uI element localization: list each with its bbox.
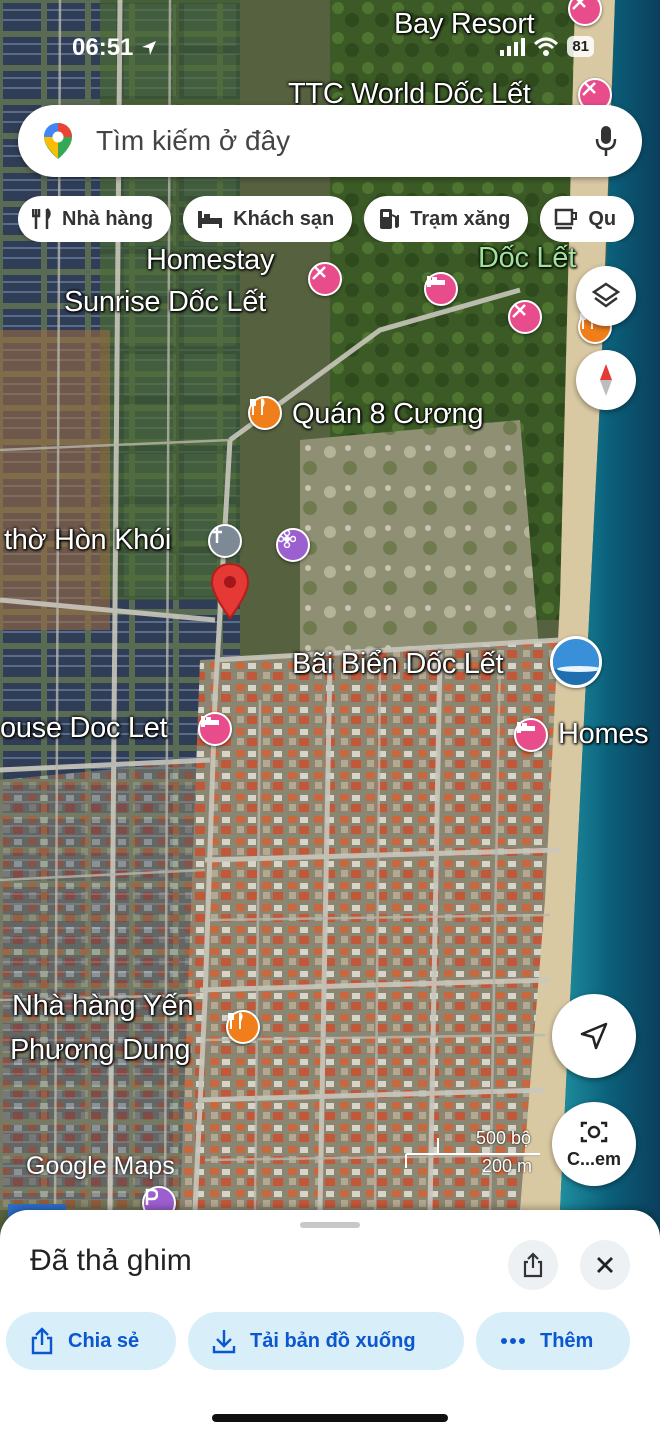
restaurant-pin-icon[interactable]	[248, 396, 282, 430]
compass-button[interactable]	[576, 350, 636, 410]
download-map-button[interactable]: Tải bản đồ xuống	[188, 1312, 464, 1370]
attraction-pin-icon[interactable]	[508, 300, 542, 334]
camera-lens-icon	[580, 1121, 608, 1142]
download-icon	[212, 1330, 236, 1354]
scale-bar	[405, 1138, 540, 1168]
map-scale: 500 bộ 200 m	[404, 1128, 544, 1176]
sheet-actions: Chia sẻ Tải bản đồ xuống Thêm	[6, 1312, 630, 1370]
home-indicator[interactable]	[212, 1414, 448, 1422]
location-arrow-icon	[142, 41, 157, 55]
map-label-nha-hang-yen[interactable]: Nhà hàng Yến	[12, 990, 194, 1023]
close-icon	[597, 1257, 613, 1273]
more-button[interactable]: Thêm	[476, 1312, 630, 1370]
search-bar[interactable]: Tìm kiếm ở đây	[18, 105, 642, 177]
chip-label: Qu	[588, 207, 617, 230]
map-label-house-doc-let[interactable]: ouse Doc Let	[0, 712, 168, 745]
my-location-button[interactable]	[552, 994, 636, 1078]
signal-icon	[500, 37, 526, 56]
church-pin-icon[interactable]	[208, 524, 242, 558]
share-button-label: Chia sẻ	[68, 1329, 140, 1352]
chip-cafe[interactable]: Qu	[540, 196, 635, 242]
category-chips: Nhà hàng Khách sạn Trạm xăng Qu	[18, 196, 660, 242]
chip-hotels[interactable]: Khách sạn	[183, 196, 353, 242]
navigation-arrow-icon	[580, 1022, 608, 1050]
share-icon-button[interactable]	[508, 1240, 558, 1290]
share-icon	[31, 1327, 53, 1355]
more-button-label: Thêm	[540, 1329, 594, 1352]
map-label-homes[interactable]: Homes	[558, 718, 649, 751]
map-label-tho-hon-khoi[interactable]: thờ Hòn Khói	[4, 524, 171, 557]
lens-label: C...em	[566, 1148, 622, 1169]
battery-indicator: 81	[567, 36, 594, 57]
map-label-quan-8-cuong[interactable]: Quán 8 Cương	[292, 398, 484, 431]
flower-pin-icon[interactable]	[276, 528, 310, 562]
map-label-bai-bien-doc-let[interactable]: Bãi Biển Dốc Lết	[292, 648, 504, 681]
bed-icon	[198, 211, 223, 228]
hotel-pin-icon[interactable]	[198, 712, 232, 746]
more-icon	[501, 1338, 525, 1344]
chip-label: Trạm xăng	[410, 207, 511, 230]
fork-knife-icon	[32, 208, 51, 229]
chip-gas-stations[interactable]: Trạm xăng	[364, 196, 529, 242]
restaurant-pin-icon[interactable]	[226, 1010, 260, 1044]
wifi-icon	[534, 37, 559, 56]
status-icons: 81	[499, 36, 594, 57]
map-label-homestay[interactable]: Homestay	[146, 244, 274, 277]
share-button[interactable]: Chia sẻ	[6, 1312, 176, 1370]
hotel-pin-icon[interactable]	[514, 718, 548, 752]
close-button[interactable]	[580, 1240, 630, 1290]
share-icon	[523, 1252, 543, 1278]
compass-icon	[600, 364, 612, 396]
chip-label: Nhà hàng	[62, 207, 154, 230]
map-label-doc-let[interactable]: Dốc Lết	[478, 242, 576, 275]
map-label-sunrise-doc-let[interactable]: Sunrise Dốc Lết	[64, 286, 266, 319]
chip-restaurants[interactable]: Nhà hàng	[18, 196, 172, 242]
layers-icon	[591, 282, 621, 308]
lens-button[interactable]: C...em	[552, 1102, 636, 1186]
hotel-pin-icon[interactable]	[424, 272, 458, 306]
chip-label: Khách sạn	[233, 207, 335, 230]
search-input[interactable]: Tìm kiếm ở đây	[96, 125, 594, 157]
beach-photo-icon[interactable]	[550, 636, 602, 688]
status-time-text: 06:51	[72, 34, 134, 61]
status-time: 06:51	[72, 34, 158, 62]
sheet-title: Đã thả ghim	[30, 1244, 192, 1277]
dropped-pin-sheet[interactable]: Đã thả ghim Chia sẻ Tải bản đồ xuống Thê…	[0, 1210, 660, 1434]
attraction-pin-icon[interactable]	[308, 262, 342, 296]
microphone-icon[interactable]	[594, 124, 618, 158]
sheet-drag-handle[interactable]	[300, 1222, 360, 1228]
fuel-icon	[380, 209, 400, 229]
google-maps-logo: Google Maps	[26, 1152, 175, 1180]
layers-button[interactable]	[576, 266, 636, 326]
download-button-label: Tải bản đồ xuống	[250, 1329, 416, 1352]
cafe-icon	[555, 208, 578, 230]
google-maps-pin-icon	[44, 123, 72, 159]
map-label-phuong-dung[interactable]: Phương Dung	[10, 1034, 191, 1067]
